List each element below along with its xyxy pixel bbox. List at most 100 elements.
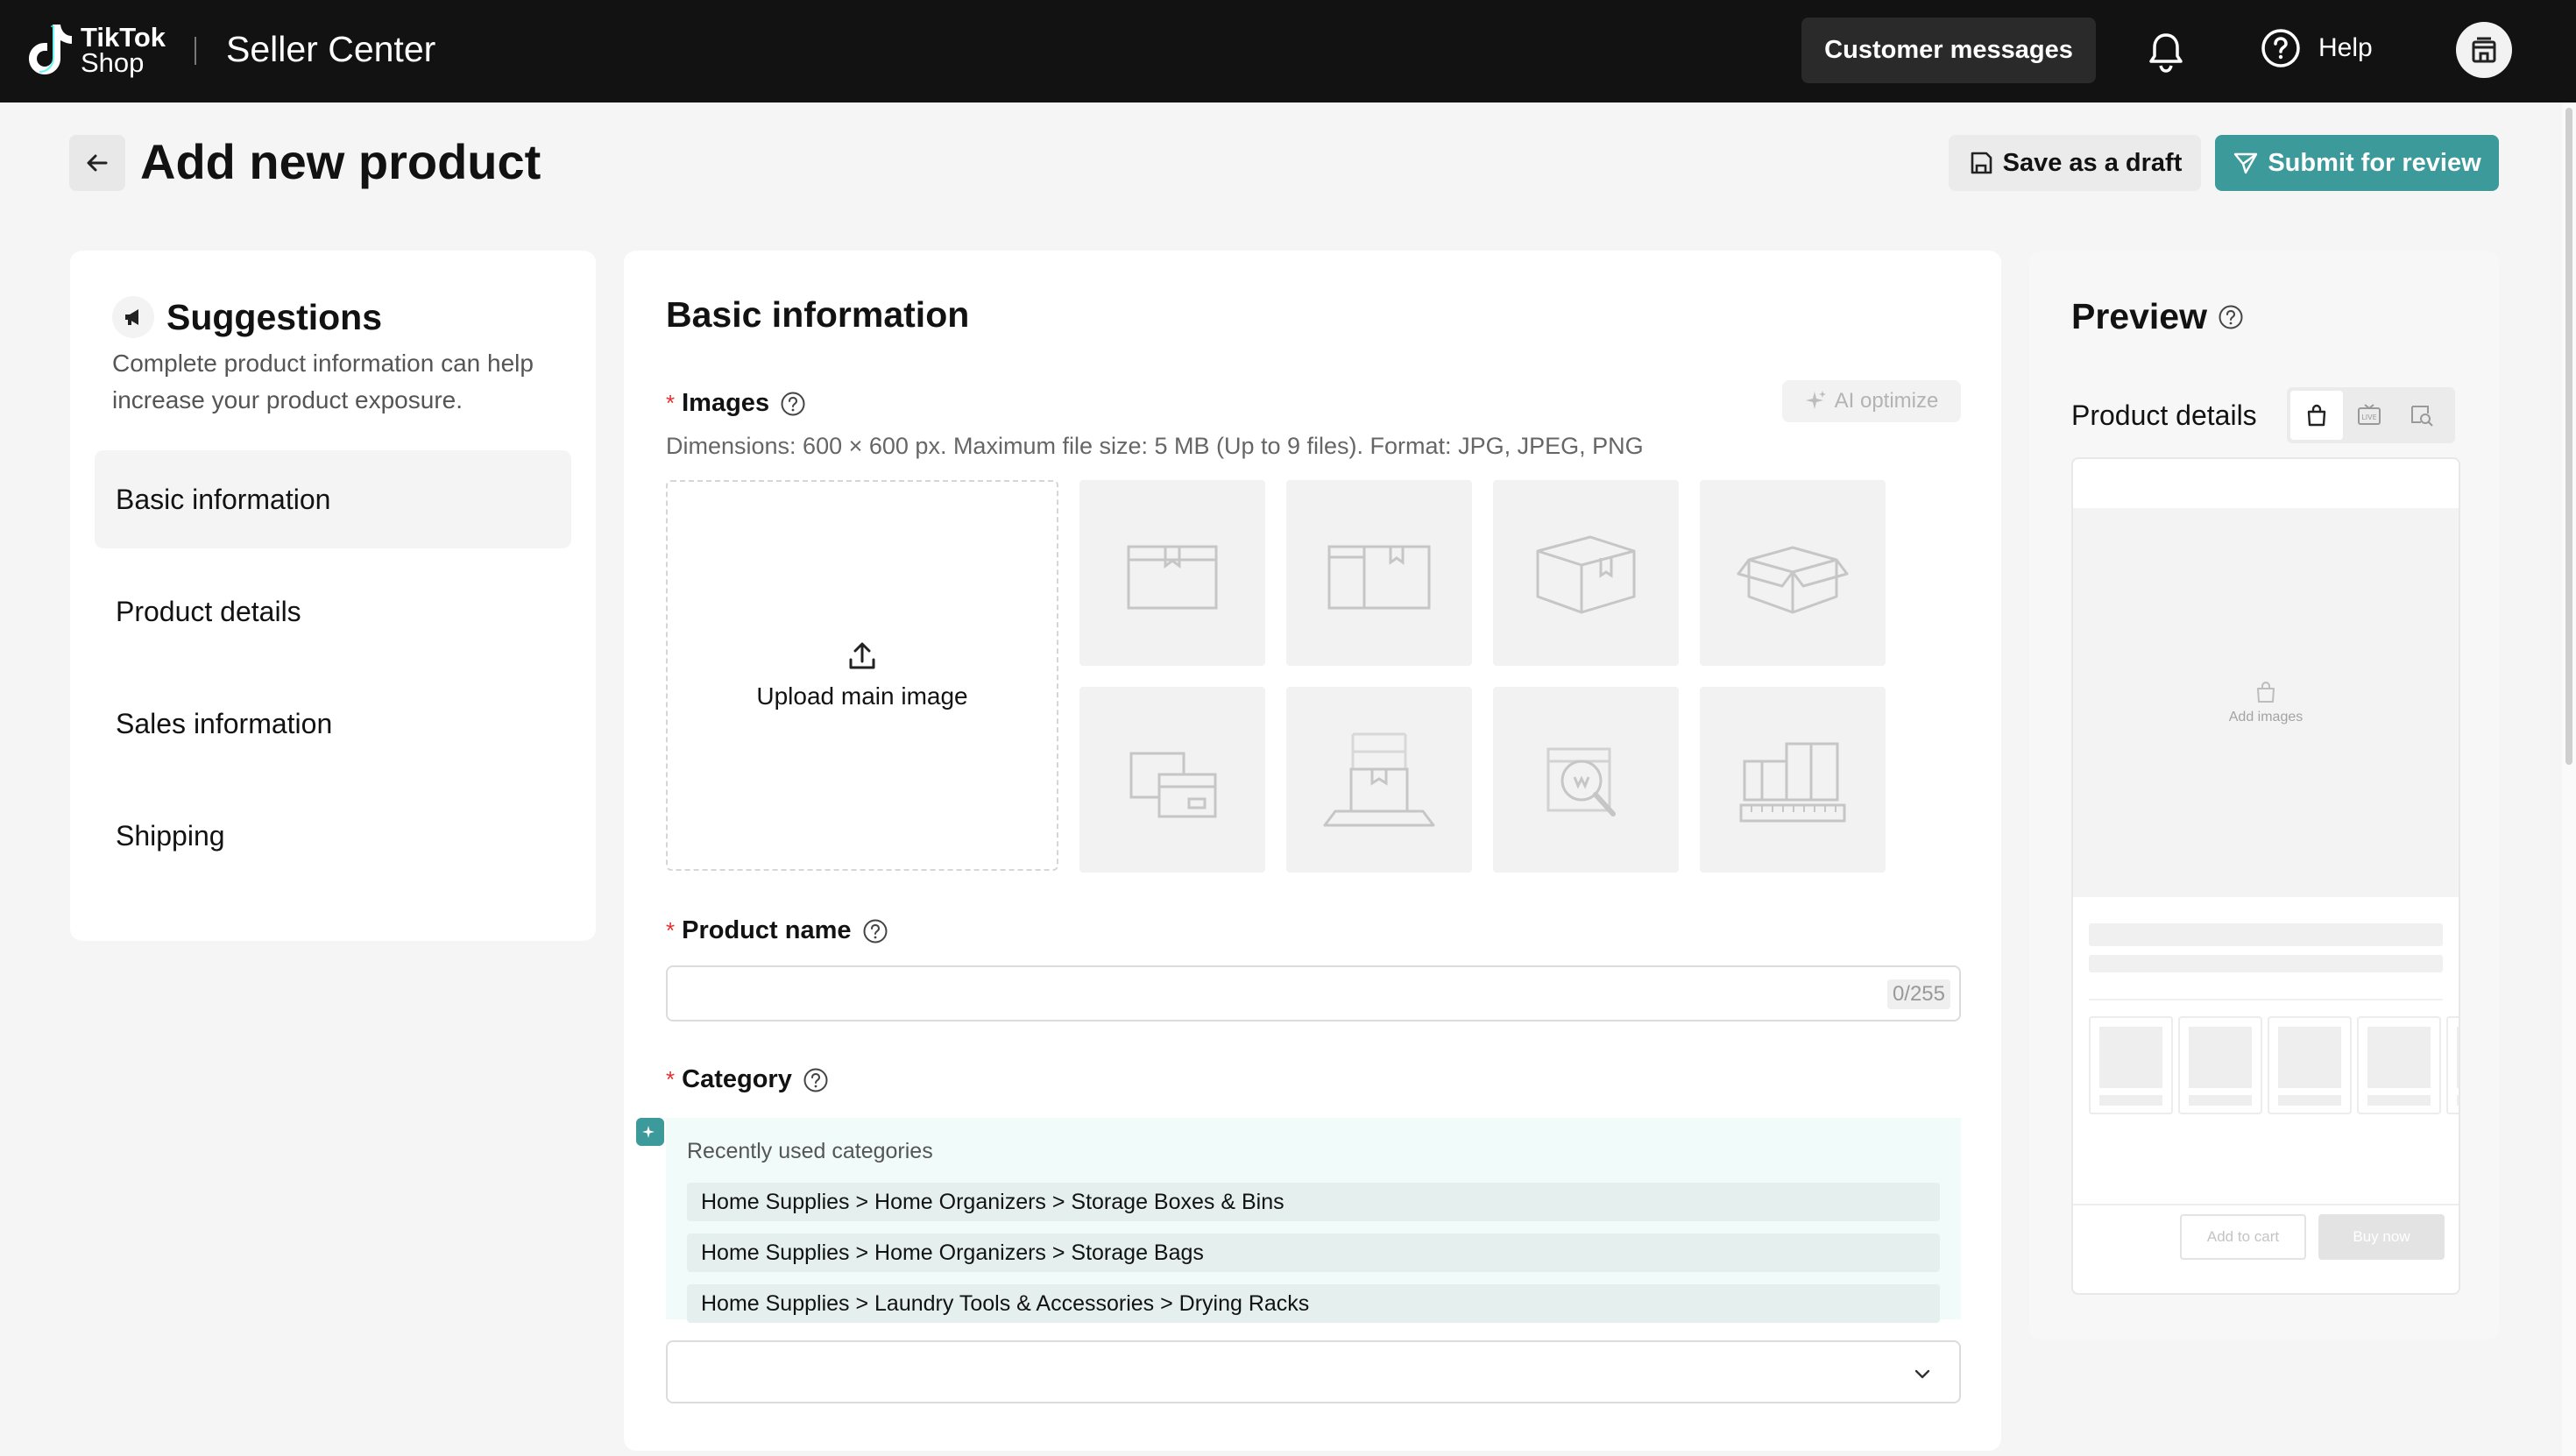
skeleton-thumb xyxy=(2178,1016,2262,1114)
question-icon[interactable] xyxy=(803,1067,829,1093)
back-button[interactable] xyxy=(69,135,125,191)
tab-product-page[interactable] xyxy=(2290,391,2343,440)
top-navigation-bar: TikTok Shop Seller Center Customer messa… xyxy=(0,0,2576,102)
image-slot-5[interactable] xyxy=(1079,687,1265,873)
page-title: Add new product xyxy=(140,134,541,189)
help-label: Help xyxy=(2318,33,2373,62)
product-name-label: Product name xyxy=(682,916,852,944)
skeleton-thumb xyxy=(2089,1016,2173,1114)
logo-text-shop: Shop xyxy=(81,47,145,78)
store-icon xyxy=(2472,37,2496,63)
category-label-row: * Category xyxy=(666,1065,829,1094)
section-title: Basic information xyxy=(666,294,970,335)
suggestion-nav-sales-information[interactable]: Sales information xyxy=(95,675,571,773)
basic-information-section: Basic information * Images AI optimize D… xyxy=(624,251,2001,1451)
nav-label: Basic information xyxy=(116,483,331,515)
box-angle-icon xyxy=(1536,535,1636,614)
category-select[interactable] xyxy=(666,1340,1961,1403)
account-avatar[interactable] xyxy=(2456,22,2512,78)
upload-main-image-label: Upload main image xyxy=(756,682,968,710)
preview-footer-divider xyxy=(2073,1204,2459,1205)
image-slot-3[interactable] xyxy=(1493,480,1679,666)
help-button[interactable]: Help xyxy=(2261,28,2373,68)
skeleton-divider xyxy=(2089,999,2443,1000)
image-slot-1[interactable] xyxy=(1079,480,1265,666)
shop-bag-icon xyxy=(2257,681,2275,703)
skeleton-thumb xyxy=(2446,1016,2459,1114)
box-stack-icon xyxy=(1129,752,1217,818)
box-inspect-icon xyxy=(1546,747,1616,816)
preview-panel: Preview Product details LIVE Add images … xyxy=(2029,251,2499,1340)
save-draft-label: Save as a draft xyxy=(2002,148,2183,177)
suggestions-panel: Suggestions Complete product information… xyxy=(70,251,596,941)
chevron-down-icon xyxy=(1914,1369,1930,1379)
character-counter: 0/255 xyxy=(1886,979,1950,1009)
tab-live[interactable]: LIVE xyxy=(2343,391,2396,440)
tiktok-logo-icon xyxy=(29,25,72,74)
category-label: Category xyxy=(682,1065,792,1093)
phone-preview: Add images Add to cart Buy now xyxy=(2071,457,2460,1295)
nav-label: Sales information xyxy=(116,707,333,739)
image-slot-8[interactable] xyxy=(1700,687,1886,873)
preview-title-row: Preview xyxy=(2071,296,2244,337)
upload-icon xyxy=(849,642,875,669)
preview-title: Preview xyxy=(2071,296,2207,336)
tab-search[interactable] xyxy=(2396,391,2448,440)
recent-category-option[interactable]: Home Supplies > Home Organizers > Storag… xyxy=(687,1233,1940,1272)
recent-categories-panel: Recently used categories Home Supplies >… xyxy=(666,1118,1961,1323)
customer-messages-button[interactable]: Customer messages xyxy=(1801,18,2096,83)
preview-subtitle: Product details xyxy=(2071,399,2257,431)
save-draft-button[interactable]: Save as a draft xyxy=(1949,135,2201,191)
suggestion-nav-basic-information[interactable]: Basic information xyxy=(95,450,571,548)
nav-label: Product details xyxy=(116,595,301,627)
suggestion-nav-shipping[interactable]: Shipping xyxy=(95,787,571,885)
upload-main-image-dropzone[interactable]: Upload main image xyxy=(666,480,1058,871)
recent-categories-label: Recently used categories xyxy=(687,1139,933,1163)
images-requirements-hint: Dimensions: 600 × 600 px. Maximum file s… xyxy=(666,433,1644,459)
search-preview-icon xyxy=(2411,406,2433,427)
preview-buy-now-button: Buy now xyxy=(2318,1214,2445,1260)
scrollbar-thumb[interactable] xyxy=(2565,108,2572,765)
box-front-icon xyxy=(1127,545,1218,610)
submit-review-button[interactable]: Submit for review xyxy=(2215,135,2499,191)
logo-text-tiktok: TikTok xyxy=(81,22,166,53)
page-scrollbar[interactable] xyxy=(2562,102,2576,1456)
recent-category-option[interactable]: Home Supplies > Laundry Tools & Accessor… xyxy=(687,1284,1940,1323)
submit-review-label: Submit for review xyxy=(2268,148,2481,177)
shop-bag-icon xyxy=(2307,404,2326,427)
ai-optimize-button[interactable]: AI optimize xyxy=(1782,380,1961,422)
ai-suggest-icon xyxy=(636,1118,664,1146)
svg-text:LIVE: LIVE xyxy=(2361,413,2376,421)
product-name-label-row: * Product name xyxy=(666,916,888,945)
suggestion-nav-product-details[interactable]: Product details xyxy=(95,562,571,661)
image-slot-7[interactable] xyxy=(1493,687,1679,873)
skeleton-thumb xyxy=(2357,1016,2441,1114)
question-icon[interactable] xyxy=(780,391,806,417)
product-name-input[interactable]: 0/255 xyxy=(666,965,1961,1021)
skeleton-thumb xyxy=(2268,1016,2352,1114)
help-circle-icon xyxy=(2261,29,2300,67)
bell-icon[interactable] xyxy=(2145,30,2187,74)
required-asterisk: * xyxy=(666,1066,676,1092)
box-open-icon xyxy=(1737,546,1849,614)
box-side-icon xyxy=(1327,545,1431,610)
skeleton-line xyxy=(2089,955,2443,972)
recent-category-option[interactable]: Home Supplies > Home Organizers > Storag… xyxy=(687,1183,1940,1221)
question-icon[interactable] xyxy=(862,918,888,944)
box-measure-icon xyxy=(1739,742,1846,823)
live-icon: LIVE xyxy=(2358,404,2381,425)
app-name: Seller Center xyxy=(226,29,436,69)
required-asterisk: * xyxy=(666,390,676,416)
nav-label: Shipping xyxy=(116,819,225,852)
image-slot-6[interactable] xyxy=(1286,687,1472,873)
images-label-row: * Images xyxy=(666,389,806,418)
preview-image-area: Add images xyxy=(2073,508,2459,897)
megaphone-icon xyxy=(112,296,154,338)
arrow-left-icon xyxy=(87,154,108,172)
logo-divider xyxy=(195,37,196,65)
skeleton-title xyxy=(2089,923,2443,946)
tiktok-shop-logo[interactable]: TikTok Shop xyxy=(26,21,166,79)
image-slot-4[interactable] xyxy=(1700,480,1886,666)
question-icon[interactable] xyxy=(2218,304,2244,330)
image-slot-2[interactable] xyxy=(1286,480,1472,666)
